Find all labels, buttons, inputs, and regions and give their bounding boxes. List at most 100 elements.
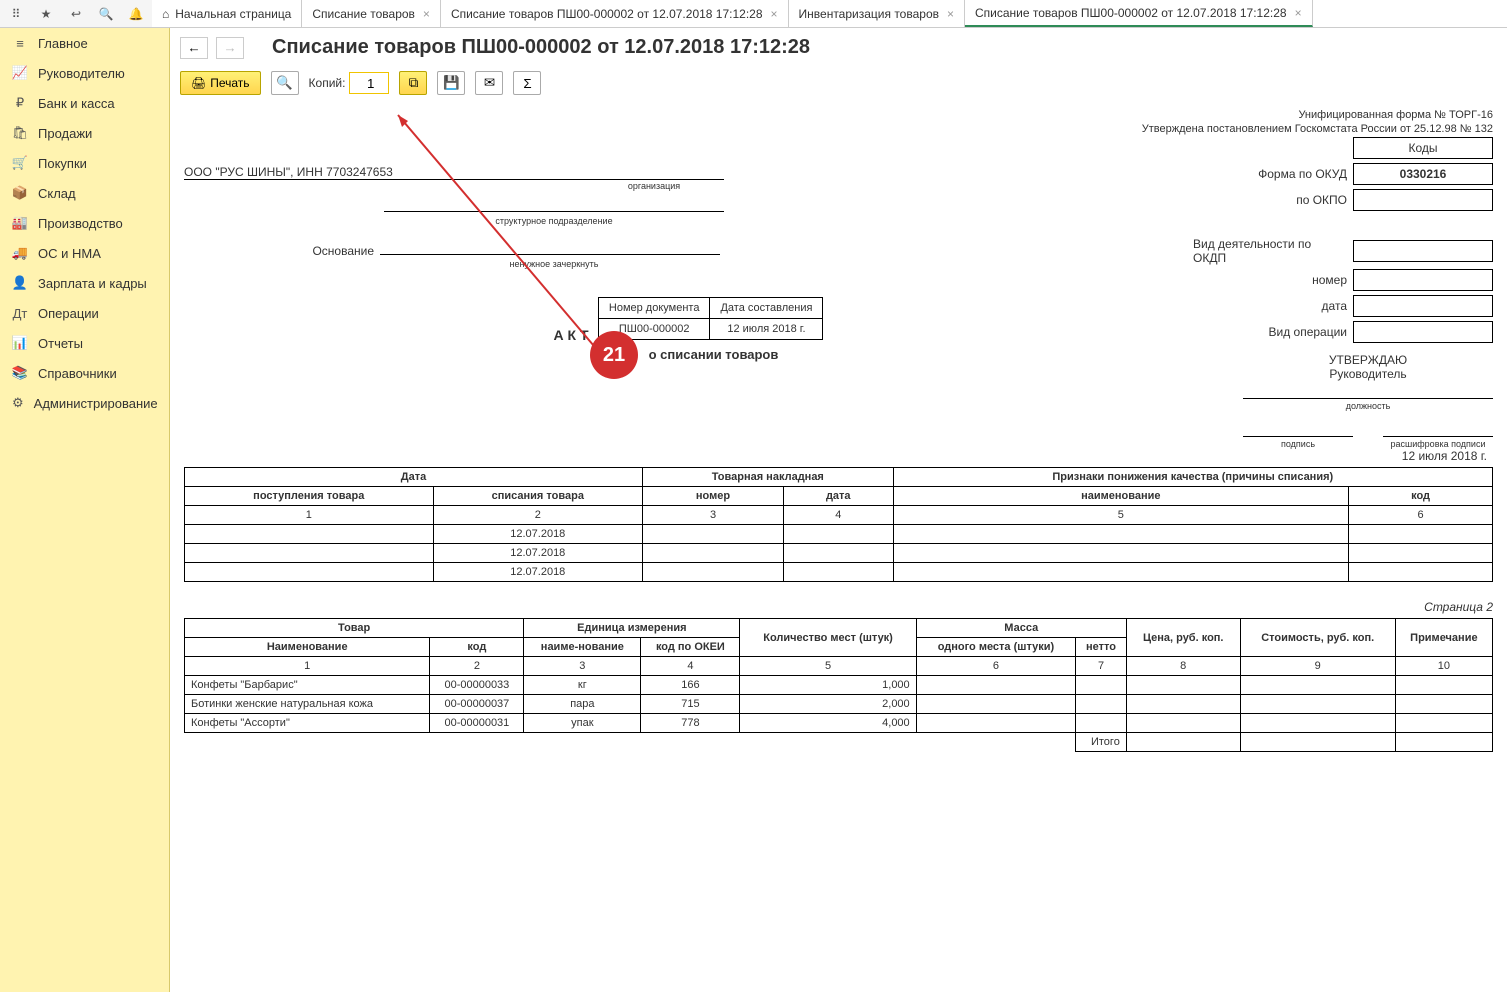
approve-role: Руководитель <box>1243 367 1493 381</box>
tab-label: Инвентаризация товаров <box>799 7 939 21</box>
sidebar-item[interactable]: ₽ Банк и касса <box>0 88 169 118</box>
callout-badge: 21 <box>590 331 638 379</box>
date-label: дата <box>1322 299 1353 313</box>
tab[interactable]: Инвентаризация товаров × <box>789 0 965 27</box>
akt-col-date: Дата составления <box>710 298 823 319</box>
sidebar-icon: ₽ <box>12 95 28 111</box>
top-row: ⠿ ★ ↩ 🔍 🔔 ⌂ Начальная страница Списание то… <box>0 0 1507 28</box>
sidebar-item[interactable]: 🏭Производство <box>0 208 169 238</box>
sidebar-icon: ⚙ <box>12 395 24 411</box>
sidebar-item[interactable]: 📊Отчеты <box>0 328 169 358</box>
bell-icon[interactable]: 🔔 <box>128 6 144 22</box>
sidebar-icon: 🛒 <box>12 155 28 171</box>
tab-label: Списание товаров <box>312 7 415 21</box>
dept-sublabel: структурное подразделение <box>384 216 724 226</box>
sidebar-icon: 🚚 <box>12 245 28 261</box>
approve-sign: подпись <box>1243 439 1353 449</box>
okdp-value <box>1353 240 1493 262</box>
print-document: 21 Унифицированная форма № ТОРГ-16 Утвер… <box>170 99 1507 762</box>
okdp-label: Вид деятельности по ОКДП <box>1193 237 1353 265</box>
settings-button[interactable]: ⧉ <box>399 71 427 95</box>
sidebar-label: Администрирование <box>34 396 158 411</box>
tab[interactable]: Списание товаров ПШ00-000002 от 12.07.20… <box>441 0 789 27</box>
sidebar-icon: ≡ <box>12 35 28 51</box>
sidebar-item[interactable]: ≡ Главное <box>0 28 169 58</box>
home-icon: ⌂ <box>162 7 169 21</box>
apps-icon[interactable]: ⠿ <box>8 6 24 22</box>
oper-label: Вид операции <box>1268 325 1353 339</box>
mail-button[interactable]: ✉ <box>475 71 503 95</box>
sidebar-label: Главное <box>38 36 88 51</box>
sidebar-item[interactable]: 👤Зарплата и кадры <box>0 268 169 298</box>
page2-label: Страница 2 <box>184 600 1493 614</box>
okpo-value <box>1353 189 1493 211</box>
close-icon[interactable]: × <box>771 7 778 21</box>
akt-box: Номер документаДата составления ПШ00-000… <box>598 297 824 340</box>
reason-line <box>380 254 720 255</box>
date-value <box>1353 295 1493 317</box>
sidebar-label: Отчеты <box>38 336 83 351</box>
sidebar-item[interactable]: 🛍Продажи <box>0 118 169 148</box>
save-button[interactable]: 💾 <box>437 71 465 95</box>
approve-block: УТВЕРЖДАЮ Руководитель должность подпись… <box>1243 353 1493 449</box>
sidebar-icon: 📦 <box>12 185 28 201</box>
sidebar-label: Банк и касса <box>38 96 115 111</box>
sidebar-item[interactable]: 📦 Склад <box>0 178 169 208</box>
sidebar-label: ОС и НМА <box>38 246 101 261</box>
sidebar-label: Склад <box>38 186 76 201</box>
page-title: Списание товаров ПШ00-000002 от 12.07.20… <box>272 36 810 59</box>
tab[interactable]: Списание товаров × <box>302 0 441 27</box>
close-icon[interactable]: × <box>947 7 954 21</box>
table-2: ТоварЕдиница измеренияКоличество мест (ш… <box>184 618 1493 752</box>
sidebar-icon: 📚 <box>12 365 28 381</box>
sidebar-item[interactable]: 🛒Покупки <box>0 148 169 178</box>
approve-title: УТВЕРЖДАЮ <box>1243 353 1493 367</box>
close-icon[interactable]: × <box>423 7 430 21</box>
tab[interactable]: Списание товаров ПШ00-000002 от 12.07.20… <box>965 0 1313 27</box>
copies-input[interactable] <box>349 72 389 94</box>
preview-button[interactable]: 🔍 <box>271 71 299 95</box>
tab-label: Списание товаров ПШ00-000002 от 12.07.20… <box>975 6 1287 20</box>
forward-button[interactable]: → <box>216 37 244 59</box>
reason-label: Основание <box>184 244 380 258</box>
sidebar-item[interactable]: ДтОперации <box>0 298 169 328</box>
sidebar-item[interactable]: ⚙ Администрирование <box>0 388 169 418</box>
sidebar-label: Операции <box>38 306 99 321</box>
sidebar-item[interactable]: 🚚 ОС и НМА <box>0 238 169 268</box>
search-icon[interactable]: 🔍 <box>98 6 114 22</box>
tab-label: Начальная страница <box>175 7 291 21</box>
tab[interactable]: ⌂ Начальная страница <box>152 0 302 27</box>
sidebar-label: Производство <box>38 216 123 231</box>
akt-val-date: 12 июля 2018 г. <box>710 319 823 340</box>
oper-value <box>1353 321 1493 343</box>
form-header-1: Унифицированная форма № ТОРГ-16 <box>184 109 1493 121</box>
command-bar: 🖨 Печать 🔍 Копий: ⧉ 💾 ✉ Σ <box>170 67 1507 99</box>
akt-label: А К Т <box>554 327 589 347</box>
copies-label: Копий: <box>309 76 346 90</box>
sidebar-icon: 🛍 <box>12 125 28 141</box>
close-icon[interactable]: × <box>1295 6 1302 20</box>
sidebar: ≡ Главное 📈Руководителю ₽ Банк и касса 🛍Прода… <box>0 28 170 992</box>
akt-col-num: Номер документа <box>598 298 710 319</box>
reason-sublabel: ненужное зачеркнуть <box>384 259 724 269</box>
num-label: номер <box>1312 273 1353 287</box>
okpo-label: по ОКПО <box>1296 193 1353 207</box>
approve-decode: расшифровка подписи <box>1383 439 1493 449</box>
okud-label: Форма по ОКУД <box>1258 167 1353 181</box>
link-icon[interactable]: ↩ <box>68 6 84 22</box>
org-sublabel: организация <box>384 181 924 191</box>
sidebar-label: Справочники <box>38 366 117 381</box>
sidebar-icon: 📈 <box>12 65 28 81</box>
codes-header: Коды <box>1353 137 1493 159</box>
tab-label: Списание товаров ПШ00-000002 от 12.07.20… <box>451 7 763 21</box>
print-button[interactable]: 🖨 Печать <box>180 71 261 95</box>
sidebar-item[interactable]: 📈Руководителю <box>0 58 169 88</box>
table-1: ДатаТоварная накладнаяПризнаки понижения… <box>184 467 1493 582</box>
sum-button[interactable]: Σ <box>513 71 541 95</box>
sidebar-item[interactable]: 📚 Справочники <box>0 358 169 388</box>
org-value: ООО "РУС ШИНЫ", ИНН 7703247653 <box>184 165 724 180</box>
star-icon[interactable]: ★ <box>38 6 54 22</box>
sidebar-label: Зарплата и кадры <box>38 276 147 291</box>
back-button[interactable]: ← <box>180 37 208 59</box>
sys-toolbar: ⠿ ★ ↩ 🔍 🔔 <box>0 0 152 27</box>
